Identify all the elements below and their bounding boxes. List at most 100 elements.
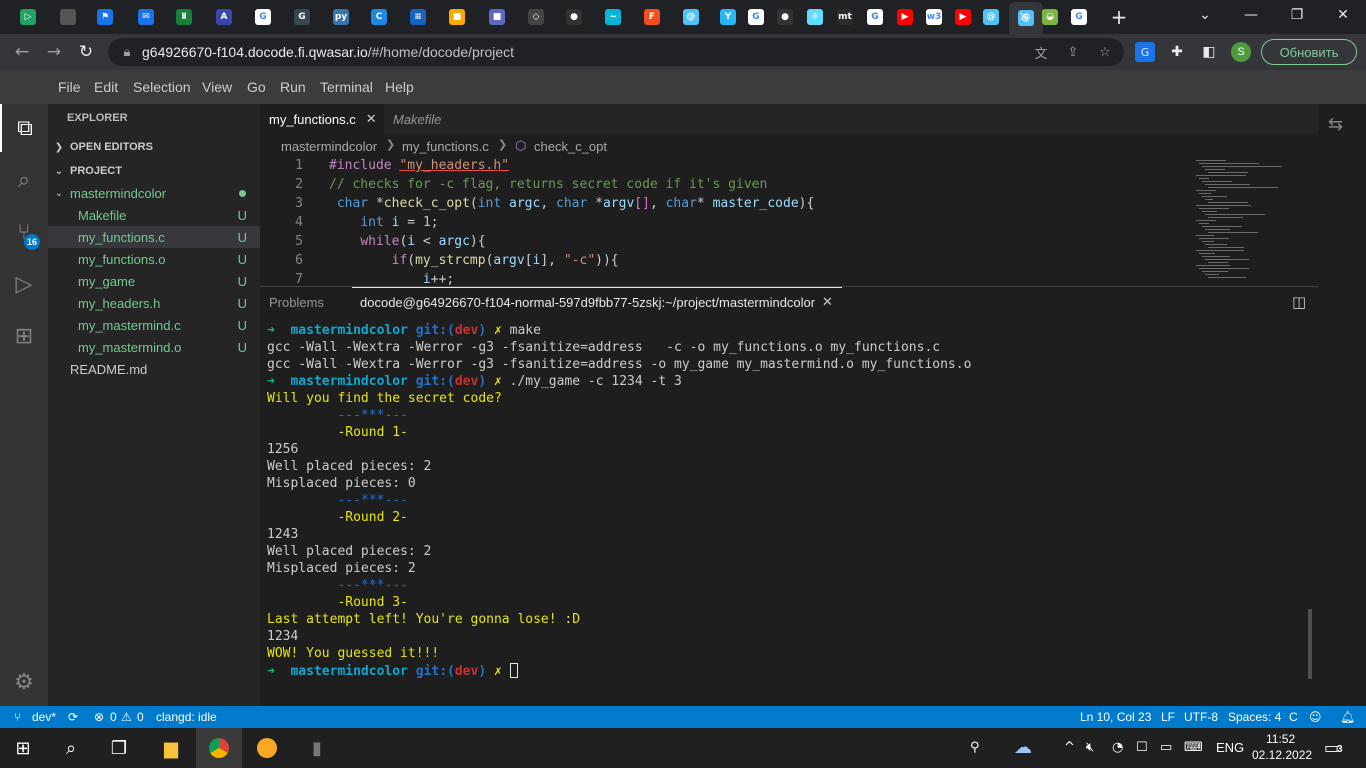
side-panel-icon[interactable]: ◧ [1199, 42, 1219, 62]
browser-tab[interactable]: G [251, 4, 275, 30]
browser-tab[interactable]: @ [979, 4, 1003, 30]
file-my-functions-o[interactable]: my_functions.o U [48, 248, 260, 270]
reload-icon[interactable]: ↻ [74, 40, 98, 64]
file-my-game[interactable]: my_game U [48, 270, 260, 292]
close-window-icon[interactable]: ✕ [1320, 0, 1366, 30]
browser-tab[interactable]: ≡ [406, 4, 430, 30]
code-line[interactable]: 7 i++; [260, 272, 1318, 286]
branch-name[interactable]: dev* [32, 710, 56, 724]
browser-tab[interactable]: ~ [601, 4, 625, 30]
volume-muted-icon[interactable]: 🔇︎ [1086, 740, 1094, 755]
browser-tab[interactable]: ▶ [951, 4, 975, 30]
close-terminal-icon[interactable]: ✕ [822, 295, 833, 310]
menu-edit[interactable]: Edit [94, 79, 118, 95]
battery-icon[interactable]: ▭ [1160, 740, 1172, 755]
terminal-output[interactable]: ➜ mastermindcolor git:(dev) ✗ make gcc -W… [267, 323, 1307, 703]
warning-count[interactable]: 0 [137, 710, 144, 724]
browser-tab[interactable] [56, 4, 80, 30]
close-tab-icon[interactable]: ✕ [1012, 4, 1036, 30]
update-button[interactable]: Обновить [1261, 39, 1357, 65]
tab-search-icon[interactable]: ⌄ [1182, 0, 1228, 30]
restore-icon[interactable]: ❐ [1274, 0, 1320, 30]
people-icon[interactable]: ⚲ [970, 740, 980, 755]
chrome-taskbar-icon[interactable] [196, 728, 242, 768]
explorer-files-icon[interactable]: ⧉ [0, 104, 48, 152]
code-text[interactable]: // checks for -c flag, returns secret co… [329, 177, 767, 192]
browser-tab[interactable]: ◇ [524, 4, 548, 30]
code-text[interactable]: if(my_strcmp(argv[i], "-c")){ [329, 253, 619, 268]
browser-tab[interactable]: ● [773, 4, 797, 30]
menu-terminal[interactable]: Terminal [320, 79, 373, 95]
terminal-scrollbar[interactable] [1308, 609, 1312, 679]
breadcrumb-symbol[interactable]: check_c_opt [534, 139, 607, 154]
open-editors-section[interactable]: ❯ OPEN EDITORS [48, 136, 260, 158]
file-my-functions-c[interactable]: my_functions.c U [48, 226, 260, 248]
browser-tab[interactable]: F [640, 4, 664, 30]
menu-help[interactable]: Help [385, 79, 414, 95]
share-icon[interactable]: ⇪ [1064, 43, 1082, 61]
translate-icon[interactable]: 文 [1032, 43, 1050, 62]
manage-gear-icon[interactable]: ⚙ [0, 658, 48, 706]
indent-indicator[interactable]: Spaces: 4 [1228, 710, 1281, 724]
browser-tab[interactable]: @ [679, 4, 703, 30]
task-view-icon[interactable]: ❐ [96, 728, 142, 768]
browser-tab[interactable]: ✉ [134, 4, 158, 30]
file-explorer-icon[interactable]: ▆ [148, 728, 194, 768]
browser-tab[interactable]: ■ [445, 4, 469, 30]
menu-run[interactable]: Run [280, 79, 306, 95]
back-icon[interactable]: ← [10, 40, 34, 64]
browser-tab[interactable]: G [290, 4, 314, 30]
network-icon[interactable]: ☐ [1136, 740, 1148, 755]
code-line[interactable]: 4 int i = 1; [260, 215, 1318, 234]
file-readme[interactable]: README.md [48, 358, 260, 380]
source-control-icon[interactable]: ⑂ [0, 208, 48, 256]
encoding-indicator[interactable]: UTF-8 [1184, 710, 1218, 724]
file-my-mastermind-o[interactable]: my_mastermind.o U [48, 336, 260, 358]
browser-tab[interactable]: A [212, 4, 236, 30]
menu-view[interactable]: View [202, 79, 232, 95]
search-icon[interactable]: ⌕ [48, 728, 94, 768]
open-changes-icon[interactable]: ⇆ [1328, 114, 1343, 135]
file-makefile[interactable]: Makefile U [48, 204, 260, 226]
extensions-icon[interactable]: ⊞ [0, 312, 48, 360]
browser-tab[interactable]: w3 [922, 4, 946, 30]
bookmark-star-icon[interactable]: ☆ [1096, 43, 1114, 61]
browser-tab[interactable]: mt [833, 4, 857, 30]
browser-tab[interactable]: ■ [485, 4, 509, 30]
tab-terminal[interactable]: docode@g64926670-f104-normal-597d9fbb77-… [360, 295, 815, 310]
clock-date[interactable]: 02.12.2022 [1252, 748, 1312, 762]
wifi-icon[interactable]: ◔ [1112, 740, 1123, 755]
clock-time[interactable]: 11:52 [1266, 732, 1295, 746]
onedrive-cloud-icon[interactable]: ☁ [1014, 737, 1032, 758]
browser-tab[interactable]: Y [716, 4, 740, 30]
cursor-position[interactable]: Ln 10, Col 23 [1080, 710, 1151, 724]
code-line[interactable]: 3 char *check_c_opt(int argc, char *argv… [260, 196, 1318, 215]
code-text[interactable]: int i = 1; [329, 215, 438, 230]
profile-avatar[interactable]: S [1231, 42, 1251, 62]
browser-tab[interactable]: C [367, 4, 391, 30]
browser-tab[interactable]: G [744, 4, 768, 30]
mouse-icon[interactable]: ▮ [294, 728, 340, 768]
browser-tab[interactable]: ● [562, 4, 586, 30]
search-icon[interactable]: ⌕ [0, 156, 48, 204]
tab-makefile[interactable]: Makefile [384, 104, 468, 134]
new-tab-icon[interactable]: + [1107, 4, 1131, 30]
browser-tab[interactable]: py [329, 4, 353, 30]
address-bar[interactable]: 🔒︎ g64926670-f104.docode.fi.qwasar.io/#/… [108, 38, 1124, 66]
clangd-status[interactable]: clangd: idle [156, 710, 217, 724]
browser-tab[interactable]: ♜ [172, 4, 196, 30]
notifications-bell-icon[interactable]: 🔔︎ [1340, 710, 1355, 724]
tab-my-functions-c[interactable]: my_functions.c ✕ [260, 104, 384, 134]
project-section[interactable]: ⌄ PROJECT [48, 160, 260, 182]
input-language[interactable]: ENG [1216, 740, 1244, 755]
menu-go[interactable]: Go [247, 79, 266, 95]
extensions-icon[interactable]: ✚ [1167, 42, 1187, 62]
browser-tab[interactable]: G [1067, 4, 1091, 30]
code-editor[interactable]: 1 #include "my_headers.h" 2 // checks for -… [260, 158, 1318, 286]
tab-problems[interactable]: Problems [269, 295, 324, 310]
browser-tab[interactable]: ▷ [16, 4, 40, 30]
breadcrumb-file[interactable]: my_functions.c [402, 139, 489, 154]
code-line[interactable]: 5 while(i < argc){ [260, 234, 1318, 253]
file-my-headers-h[interactable]: my_headers.h U [48, 292, 260, 314]
minimize-icon[interactable]: — [1228, 0, 1274, 30]
